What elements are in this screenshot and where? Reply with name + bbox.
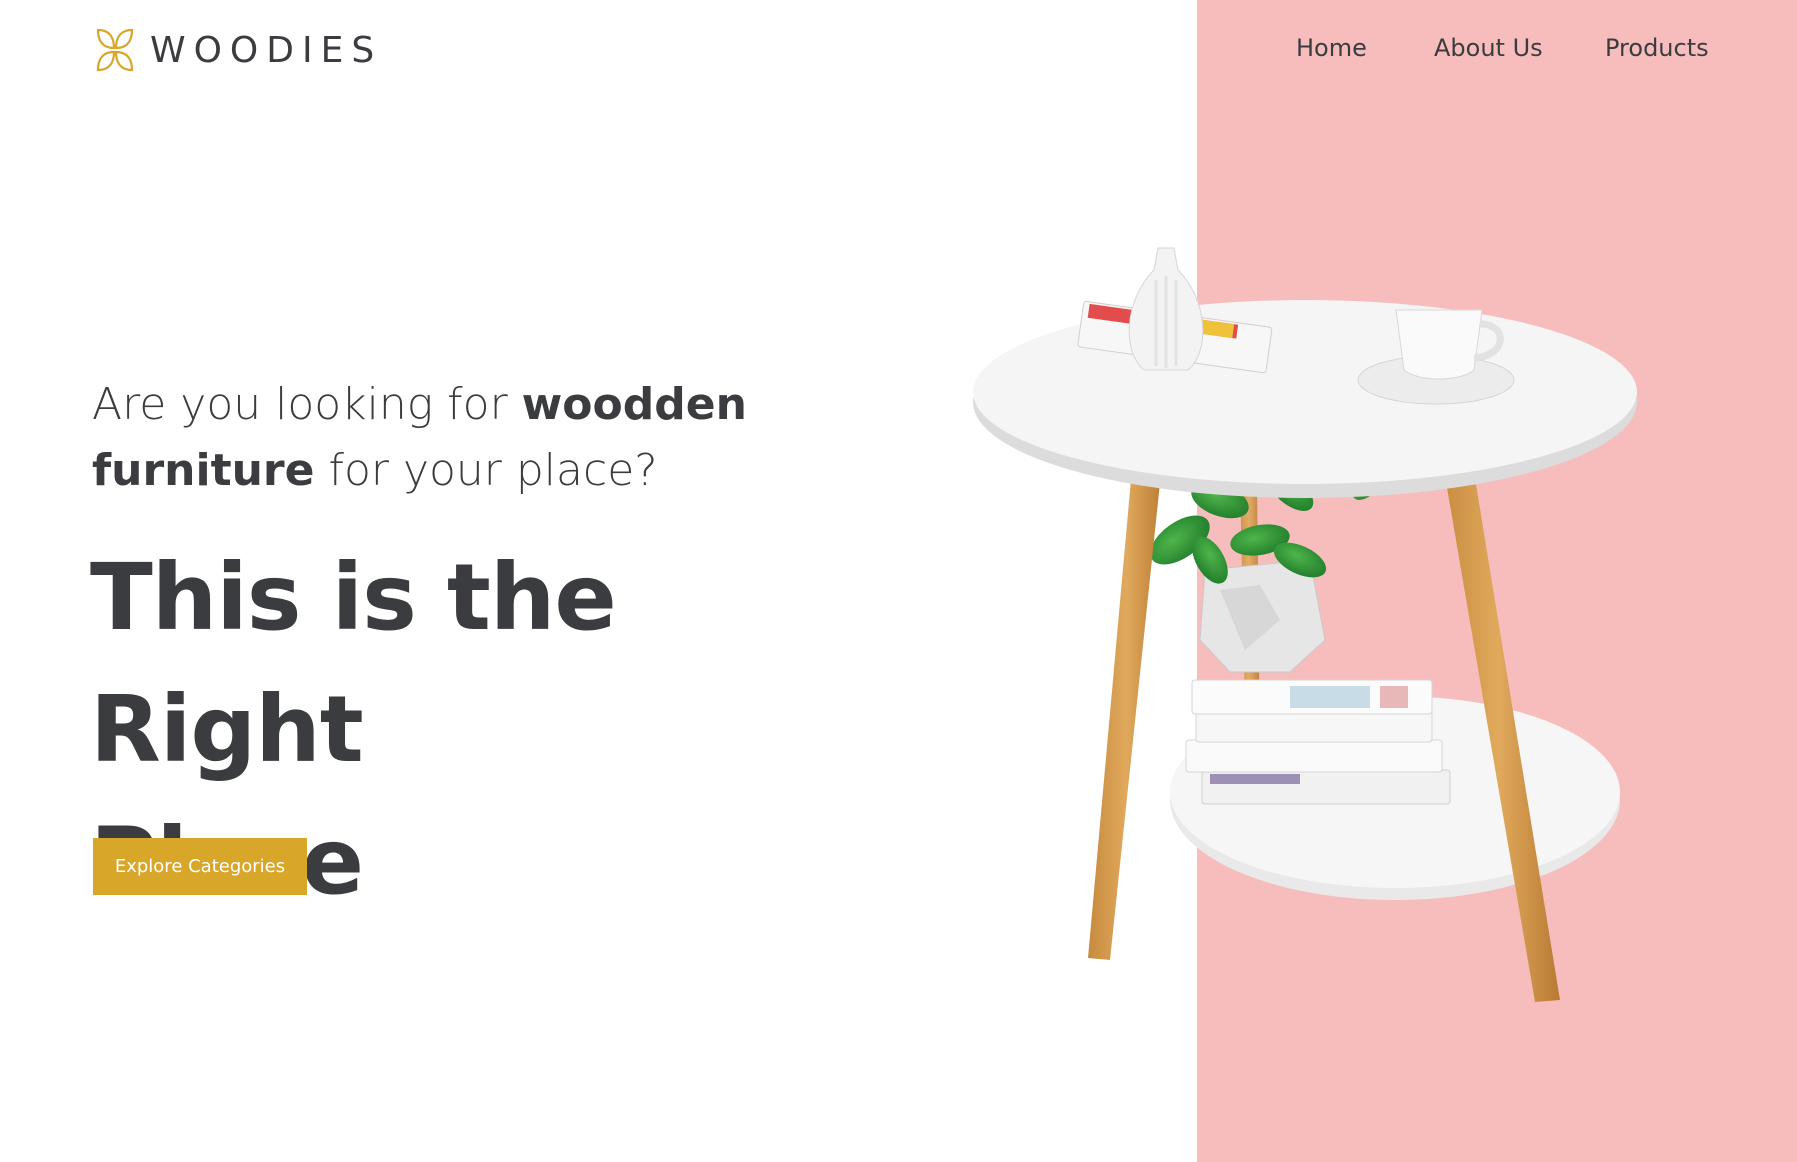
brand-name: WOODIES (150, 29, 383, 71)
brand-logo[interactable]: WOODIES (92, 26, 382, 74)
subhead-text-2: for your place? (314, 445, 658, 496)
subhead-bold-1: woodden (521, 379, 747, 430)
nav-home[interactable]: Home (1296, 34, 1367, 62)
four-petal-leaf-icon (96, 28, 134, 72)
subhead-text-1: Are you looking for (92, 379, 522, 430)
hero-table-image (973, 247, 1637, 1002)
subhead-bold-2: furniture (92, 445, 315, 496)
headline-line-1: This is the Right (90, 544, 617, 783)
hero-subheading: Are you looking for woodden furniture fo… (92, 372, 852, 504)
nav-products[interactable]: Products (1605, 34, 1709, 62)
explore-categories-button[interactable]: Explore Categories (93, 838, 307, 895)
nav-about-us[interactable]: About Us (1434, 34, 1543, 62)
